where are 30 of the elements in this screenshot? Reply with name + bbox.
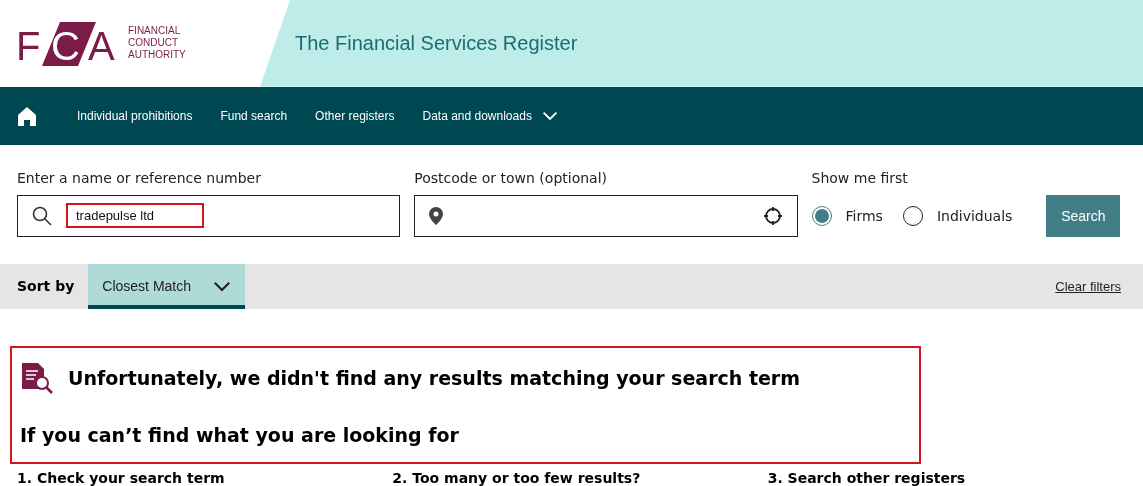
search-button[interactable]: Search: [1046, 194, 1121, 237]
field-label: Postcode or town (optional): [414, 169, 609, 186]
tip-heading: 3. Search other registers: [767, 470, 967, 486]
logo: F C A FINANCIAL CONDUCT AUTHORITY: [16, 18, 206, 69]
tip-heading: 1. Check your search term: [17, 470, 226, 486]
nav-link[interactable]: Fund search: [220, 108, 288, 123]
postcode-field[interactable]: [414, 194, 798, 237]
field-label: Show me first: [811, 169, 909, 186]
home-icon[interactable]: [17, 105, 37, 126]
sort-label: Sort by: [17, 278, 75, 295]
nav-dropdown[interactable]: Data and downloads: [422, 108, 558, 123]
clear-filters-link[interactable]: Clear filters: [1055, 278, 1121, 294]
radio-option[interactable]: Firms: [811, 205, 883, 226]
location-pin-icon: [429, 206, 444, 225]
crosshair-icon[interactable]: [762, 205, 783, 226]
chevron-down-icon: [213, 281, 232, 292]
sort-dropdown[interactable]: Closest Match: [88, 264, 246, 309]
tip-heading: 2. Too many or too few results?: [392, 470, 642, 486]
nav-link[interactable]: Other registers: [315, 108, 395, 123]
field-label: Enter a name or reference number: [17, 169, 262, 186]
chevron-down-icon: [541, 110, 558, 121]
radio-option[interactable]: Individuals: [902, 205, 1013, 226]
nav-link[interactable]: Individual prohibitions: [77, 108, 193, 123]
name-search-field[interactable]: tradepulse ltd: [17, 194, 401, 237]
search-icon: [32, 205, 52, 226]
site-title: The Financial Services Register: [295, 31, 578, 55]
help-heading: If you can’t find what you are looking for: [20, 423, 460, 446]
document-search-icon: [20, 361, 54, 394]
no-results-heading: Unfortunately, we didn't find any results matching your search term: [68, 366, 801, 389]
field-value: tradepulse ltd: [66, 203, 204, 229]
